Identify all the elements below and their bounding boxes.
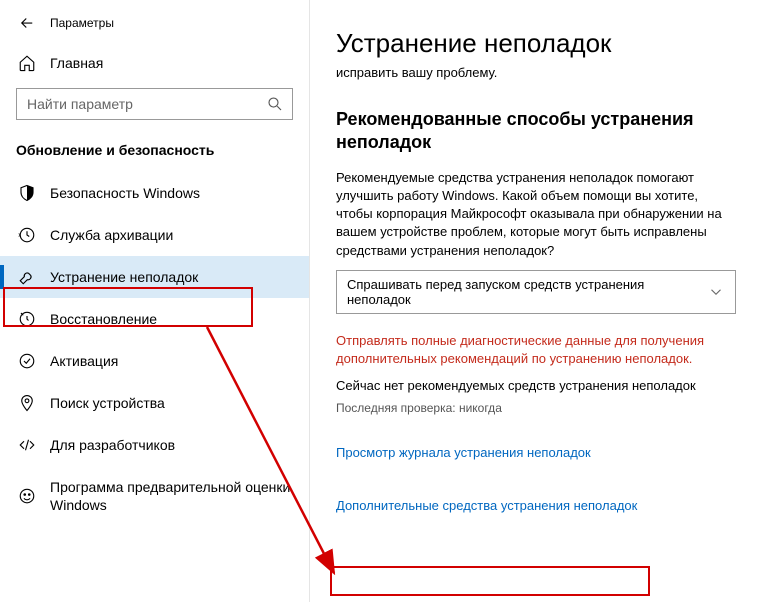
additional-troubleshooters-link[interactable]: Дополнительные средства устранения непол…: [336, 498, 637, 513]
troubleshoot-mode-select[interactable]: Спрашивать перед запуском средств устран…: [336, 270, 736, 314]
find-icon: [18, 394, 36, 412]
back-icon[interactable]: [18, 14, 36, 32]
last-check-text: Последняя проверка: никогда: [336, 401, 758, 415]
sidebar-item-label: Для разработчиков: [50, 437, 175, 453]
section-title: Обновление и безопасность: [0, 134, 309, 172]
sidebar-item-security[interactable]: Безопасность Windows: [0, 172, 309, 214]
sidebar-item-activation[interactable]: Активация: [0, 340, 309, 382]
sidebar-item-home[interactable]: Главная: [0, 44, 309, 82]
restore-icon: [18, 310, 36, 328]
sidebar-item-label: Поиск устройства: [50, 395, 165, 411]
home-label: Главная: [50, 55, 103, 71]
shield-icon: [18, 184, 36, 202]
search-placeholder: Найти параметр: [27, 96, 133, 112]
chevron-down-icon: [707, 283, 725, 301]
home-icon: [18, 54, 36, 72]
sidebar-item-find-device[interactable]: Поиск устройства: [0, 382, 309, 424]
sidebar-item-label: Безопасность Windows: [50, 185, 200, 201]
page-subtitle: исправить вашу проблему.: [336, 65, 758, 80]
sidebar-item-label: Восстановление: [50, 311, 157, 327]
search-input[interactable]: Найти параметр: [16, 88, 293, 120]
sidebar-item-label: Служба архивации: [50, 227, 173, 243]
no-recommendations-text: Сейчас нет рекомендуемых средств устране…: [336, 378, 758, 393]
window-title: Параметры: [50, 16, 114, 30]
section-heading: Рекомендованные способы устранения непол…: [336, 108, 758, 155]
sidebar-item-label: Устранение неполадок: [50, 269, 198, 285]
section-description: Рекомендуемые средства устранения непола…: [336, 169, 736, 260]
sidebar: Параметры Главная Найти параметр Обновле…: [0, 0, 310, 602]
page-title: Устранение неполадок: [336, 28, 758, 59]
sidebar-item-insider[interactable]: Программа предварительной оценки Windows: [0, 466, 309, 526]
sidebar-item-label: Программа предварительной оценки Windows: [50, 478, 291, 514]
sidebar-item-troubleshoot[interactable]: Устранение неполадок: [0, 256, 309, 298]
select-value: Спрашивать перед запуском средств устран…: [347, 277, 707, 307]
sidebar-item-backup[interactable]: Служба архивации: [0, 214, 309, 256]
sidebar-item-developers[interactable]: Для разработчиков: [0, 424, 309, 466]
dev-icon: [18, 436, 36, 454]
main-content: Устранение неполадок исправить вашу проб…: [310, 0, 768, 602]
sidebar-item-recovery[interactable]: Восстановление: [0, 298, 309, 340]
backup-icon: [18, 226, 36, 244]
activation-icon: [18, 352, 36, 370]
diagnostic-warning: Отправлять полные диагностические данные…: [336, 332, 736, 368]
window-header: Параметры: [0, 8, 309, 44]
search-icon: [266, 95, 284, 113]
view-history-link[interactable]: Просмотр журнала устранения неполадок: [336, 445, 591, 460]
insider-icon: [18, 487, 36, 505]
wrench-icon: [18, 268, 36, 286]
selection-indicator: [0, 265, 4, 289]
sidebar-item-label: Активация: [50, 353, 118, 369]
